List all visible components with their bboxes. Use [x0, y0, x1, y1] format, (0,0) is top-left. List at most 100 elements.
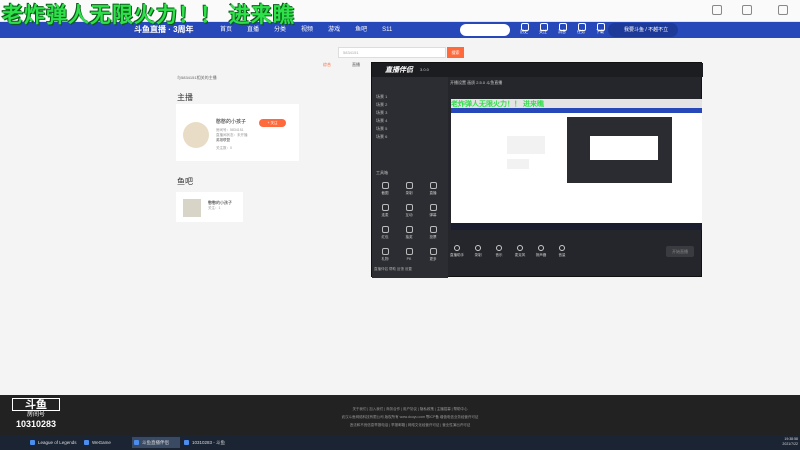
gift-icon: [381, 248, 389, 255]
record-icon: [405, 182, 413, 189]
tool-pk[interactable]: PK: [398, 244, 420, 264]
fishbar-section-title: 鱼吧: [177, 177, 193, 186]
footer-line: 违法和不良信息举报电话 | 举报邮箱 | 网络文化经营许可证 | 营业性演出许可…: [349, 423, 471, 427]
lottery-icon: [405, 226, 413, 233]
tool-vote[interactable]: 投票: [422, 222, 444, 242]
anchor-meta: 关注数：0: [216, 146, 232, 150]
taskbar-item[interactable]: WeGame: [82, 437, 130, 448]
tool-record[interactable]: 录制: [398, 178, 420, 198]
site-footer: 关于我们 | 加入我们 | 商务合作 | 用户协议 | 隐私政策 | 主播招募 …: [0, 395, 800, 435]
tool-gift[interactable]: 礼物: [374, 244, 396, 264]
windows-taskbar: League of Legends WeGame 斗鱼直播伴侣 10310283…: [0, 435, 800, 450]
breadcrumb: 与5834151相关的主播: [177, 75, 217, 80]
task-icon[interactable]: 任务: [575, 23, 587, 37]
stream-preview: 老炸弹人无限火力！！ 进来瞧: [451, 99, 702, 230]
tab-live[interactable]: 直播: [352, 62, 360, 68]
tool-more[interactable]: 更多: [422, 244, 444, 264]
nav-s11[interactable]: S11: [382, 24, 392, 36]
download-icon[interactable]: 下载: [594, 23, 606, 37]
volume-icon: [559, 245, 565, 251]
link-icon: [381, 204, 389, 211]
mic-button[interactable]: 麦克风: [513, 245, 527, 258]
nav-video[interactable]: 视频: [301, 24, 313, 36]
fishbar-meta: 关注：1: [208, 206, 221, 210]
scene-item[interactable]: 场景 4: [376, 118, 387, 124]
camera-icon: [381, 182, 389, 189]
tool-interact[interactable]: 互动: [398, 200, 420, 220]
preview-nested-window: [567, 117, 672, 183]
obs-topbar[interactable]: 开播设置 画质 2.5.0 斗鱼直播: [450, 80, 502, 86]
search-input[interactable]: 5834151: [338, 47, 446, 58]
scene-item[interactable]: 场景 2: [376, 102, 387, 108]
speaker-icon: [538, 245, 544, 251]
douyu-logo: 斗鱼: [12, 398, 60, 411]
pk-icon: [405, 248, 413, 255]
taskbar-clock[interactable]: 19:38:58 2021/7/22: [758, 437, 798, 447]
volume-button[interactable]: 音量: [555, 245, 569, 258]
room-id-badge: 斗鱼 房间号 10310283: [12, 398, 60, 436]
footer-line: 武汉斗鱼网络科技有限公司 版权所有 www.douyu.com 鄂ICP备 增值…: [341, 415, 479, 419]
room-label: 房间号: [26, 412, 45, 418]
tool-mic-link[interactable]: 连麦: [374, 200, 396, 220]
music-icon: [496, 245, 502, 251]
music-button[interactable]: 音乐: [492, 245, 506, 258]
taskbar-item[interactable]: League of Legends: [28, 437, 80, 448]
tool-redpacket[interactable]: 红包: [374, 222, 396, 242]
toolbox-grid: 截图 录制 直播 连麦 互动 弹幕 红包 抽奖 投票 礼物 PK 更多: [374, 178, 448, 264]
obs-version: 3.0.0: [420, 67, 429, 72]
danmaku-icon: [429, 204, 437, 211]
scene-item[interactable]: 场景 1: [376, 94, 387, 100]
header-search[interactable]: [460, 24, 510, 36]
follow-icon[interactable]: 关注: [537, 23, 549, 37]
footer-line[interactable]: 关于我们 | 加入我们 | 商务合作 | 用户协议 | 隐私政策 | 主播招募 …: [200, 407, 620, 412]
live-icon: [429, 182, 437, 189]
message-icon[interactable]: 消息: [556, 23, 568, 37]
anchor-card[interactable]: 憨憨的小孩子 房间号：5834151 直播间状态：未开播 英雄联盟 关注数：0 …: [176, 104, 299, 161]
mic-icon: [517, 245, 523, 251]
obs-titlebar: 直播伴侣 3.0.0: [372, 63, 703, 77]
tool-lottery[interactable]: 抽奖: [398, 222, 420, 242]
more-icon: [429, 248, 437, 255]
preview-nested-screen: [590, 136, 658, 160]
fishbar-thumbnail: [183, 199, 201, 217]
history-icon[interactable]: 历史: [518, 23, 530, 37]
preview-taskbar: [451, 223, 702, 230]
assistant-icon: [454, 245, 460, 251]
vote-icon: [429, 226, 437, 233]
tool-live[interactable]: 直播: [422, 178, 444, 198]
obs-logo: 直播伴侣: [385, 67, 413, 74]
anchor-section-title: 主播: [177, 93, 193, 102]
extension-icon[interactable]: [742, 5, 752, 15]
fishbar-card[interactable]: 憨憨的小孩子 关注：1: [176, 192, 243, 222]
speaker-button[interactable]: 扬声器: [534, 245, 548, 258]
promo-banner[interactable]: 我要斗鱼 / 不越不立: [608, 23, 678, 37]
anchor-game: 英雄联盟: [216, 138, 230, 142]
interact-icon: [405, 204, 413, 211]
assistant-button[interactable]: 直播助手: [450, 245, 464, 258]
redpacket-icon: [381, 226, 389, 233]
taskbar-item[interactable]: 10310283 - 斗鱼: [182, 437, 230, 448]
search-button[interactable]: 搜索: [447, 47, 464, 58]
preview-anchor-card: [507, 136, 545, 154]
preview-fishbar-card: [507, 159, 529, 169]
scene-item[interactable]: 场景 5: [376, 126, 387, 132]
scene-item[interactable]: 场景 6: [376, 134, 387, 140]
avatar[interactable]: [183, 122, 209, 148]
taskbar-item[interactable]: 斗鱼直播伴侣: [132, 437, 180, 448]
tool-screenshot[interactable]: 截图: [374, 178, 396, 198]
tab-all[interactable]: 综合: [323, 62, 331, 68]
tool-danmaku[interactable]: 弹幕: [422, 200, 444, 220]
start-live-button[interactable]: 开始直播: [666, 246, 694, 257]
follow-button[interactable]: + 关注: [259, 119, 286, 127]
preview-site-header: [451, 108, 702, 113]
star-icon[interactable]: [712, 5, 722, 15]
obs-footer-links[interactable]: 直播伴侣 帮助 反馈 设置: [372, 267, 448, 272]
anchor-name[interactable]: 憨憨的小孩子: [216, 118, 246, 125]
record-button[interactable]: 录制: [471, 245, 485, 258]
screen: 老炸弹人无限火力！！ 进来瞧 斗鱼直播 · 3周年 首页 直播 分类 视频 游戏…: [0, 0, 800, 450]
nav-game[interactable]: 游戏: [328, 24, 340, 36]
menu-icon[interactable]: [778, 5, 788, 15]
nav-fishbar[interactable]: 鱼吧: [355, 24, 367, 36]
room-number: 10310283: [15, 419, 57, 429]
scene-item[interactable]: 场景 3: [376, 110, 387, 116]
